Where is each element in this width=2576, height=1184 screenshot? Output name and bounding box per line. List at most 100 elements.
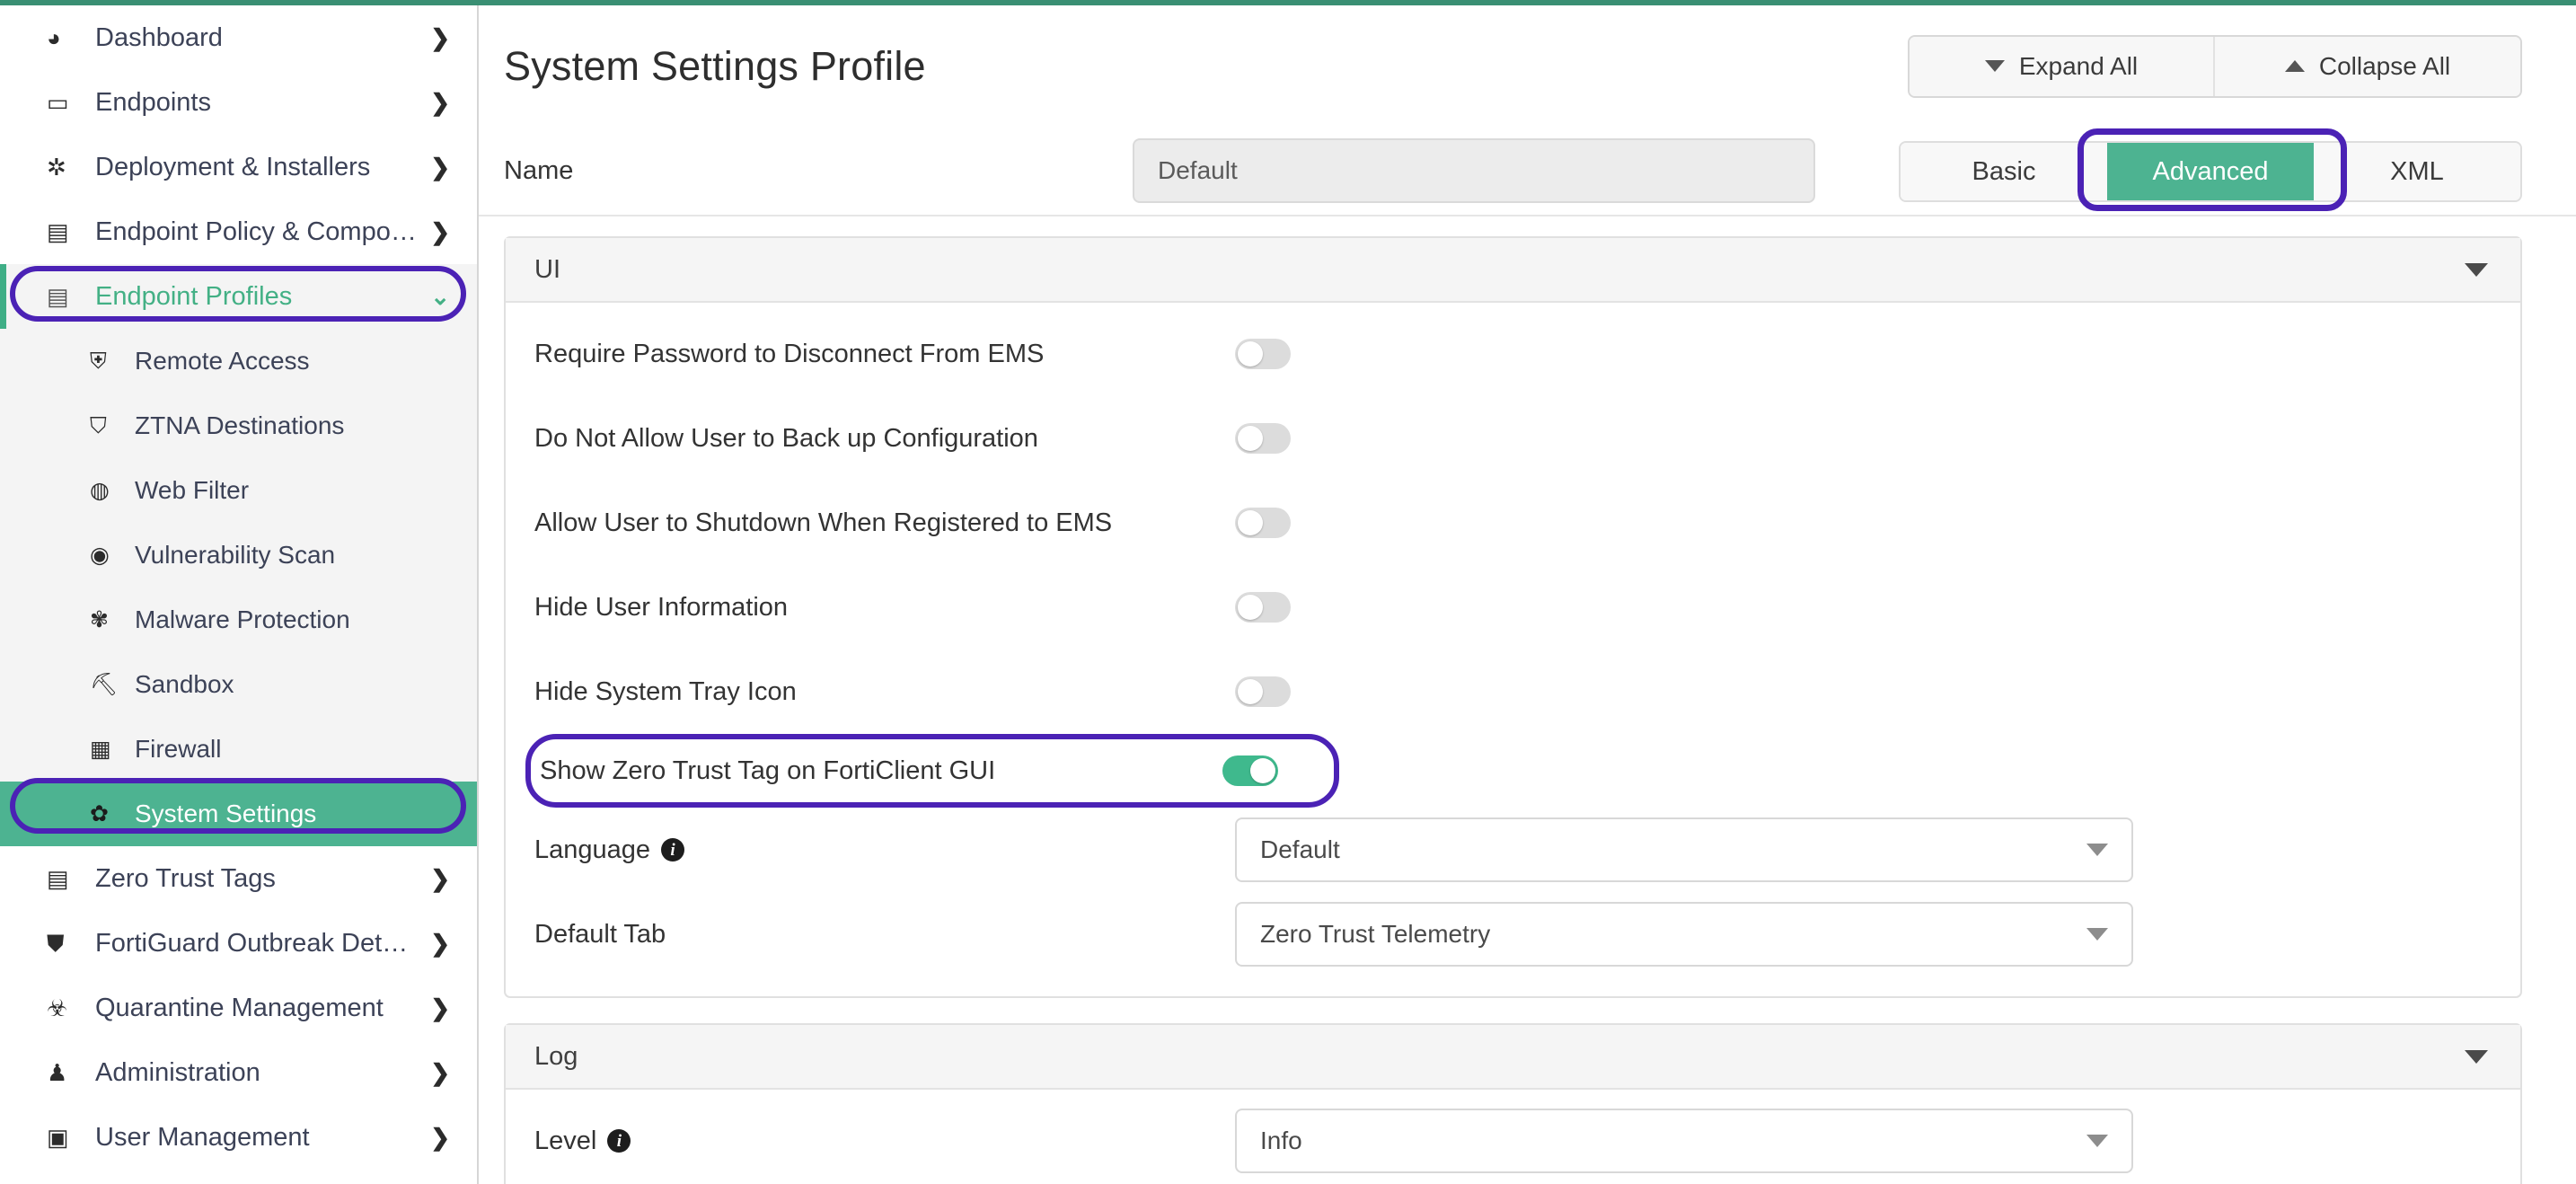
toggle-switch[interactable] bbox=[1235, 508, 1291, 538]
radar-icon: ◉ bbox=[90, 542, 110, 568]
sidebar-item-label: Endpoints bbox=[95, 87, 211, 117]
chevron-right-icon: ❯ bbox=[430, 864, 450, 892]
dropdown-select[interactable]: Info bbox=[1235, 1109, 2133, 1173]
sidebar-item-firewall[interactable]: ▦ Firewall bbox=[0, 717, 477, 782]
sidebar-item-endpoints[interactable]: ▭ Endpoints ❯ bbox=[0, 70, 477, 135]
sidebar-item-dashboard[interactable]: ◕ Dashboard ❯ bbox=[0, 5, 477, 70]
info-icon[interactable]: i bbox=[607, 1129, 631, 1153]
sidebar-item-label: Firewall bbox=[135, 735, 222, 763]
sidebar-item-label: Endpoint Policy & Components bbox=[95, 216, 422, 246]
sidebar-item-label: Zero Trust Tags bbox=[95, 863, 276, 893]
toggle-knob bbox=[1238, 679, 1263, 704]
section-header-ui[interactable]: UI bbox=[506, 238, 2520, 303]
active-accent-bar bbox=[0, 264, 6, 329]
toggle-knob bbox=[1238, 595, 1263, 620]
expand-collapse-button-group: Expand All Collapse All bbox=[1908, 34, 2522, 98]
section-header-log[interactable]: Log bbox=[506, 1025, 2520, 1090]
chevron-right-icon: ❯ bbox=[430, 994, 450, 1021]
setting-row: Show Zero Trust Tag on FortiClient GUI bbox=[525, 734, 1339, 808]
toggle-switch[interactable] bbox=[1235, 339, 1291, 369]
chevron-right-icon: ❯ bbox=[430, 88, 450, 116]
main-content-area: System Settings Profile Expand All Colla… bbox=[479, 0, 2576, 1184]
id-card-icon: ▣ bbox=[47, 1124, 69, 1151]
policy-icon: ▤ bbox=[47, 218, 69, 245]
setting-label-wrap: Default Tab bbox=[534, 920, 1235, 950]
setting-label-wrap: Language i bbox=[534, 835, 1235, 865]
sidebar-item-label: Web Filter bbox=[135, 476, 250, 504]
sidebar-item-system-settings[interactable]: ✿ System Settings bbox=[0, 782, 477, 846]
sidebar-item-label: Quarantine Management bbox=[95, 993, 384, 1022]
setting-label: Allow User to Shutdown When Registered t… bbox=[534, 508, 1113, 537]
setting-label: Require Password to Disconnect From EMS bbox=[534, 339, 1045, 368]
setting-row: Hide System Tray Icon bbox=[506, 649, 2520, 734]
name-input[interactable]: Default bbox=[1133, 138, 1815, 203]
dropdown-value: Default bbox=[1260, 835, 1340, 863]
collapse-all-button[interactable]: Collapse All bbox=[2215, 36, 2520, 96]
setting-label-wrap: Require Password to Disconnect From EMS bbox=[534, 340, 1235, 369]
sidebar-item-malware-protection[interactable]: ✾ Malware Protection bbox=[0, 588, 477, 652]
sidebar-item-label: ZTNA Destinations bbox=[135, 411, 345, 439]
chevron-down-icon bbox=[2086, 844, 2108, 856]
toggle-switch[interactable] bbox=[1235, 423, 1291, 454]
shield-lock-icon: ⛨ bbox=[90, 348, 107, 374]
sidebar-item-quarantine-management[interactable]: ☣ Quarantine Management ❯ bbox=[0, 976, 477, 1040]
chevron-right-icon: ❯ bbox=[430, 153, 450, 181]
expand-all-button[interactable]: Expand All bbox=[1910, 36, 2215, 96]
view-mode-button-group: Basic Advanced XML bbox=[1899, 141, 2522, 202]
toggle-switch[interactable] bbox=[1235, 676, 1291, 707]
outbreak-shield-icon: ⛊ bbox=[47, 930, 65, 957]
mode-button-basic[interactable]: Basic bbox=[1901, 143, 2107, 200]
endpoint-profiles-icon: ▤ bbox=[47, 283, 69, 310]
caret-down-icon bbox=[1984, 60, 2005, 72]
sidebar-item-label: Remote Access bbox=[135, 347, 310, 375]
sidebar-item-label: FortiGuard Outbreak Detecti… bbox=[95, 928, 422, 958]
collapse-all-label: Collapse All bbox=[2318, 51, 2451, 80]
setting-row: Hide User Information bbox=[506, 565, 2520, 649]
sidebar-item-deployment-installers[interactable]: ✲ Deployment & Installers ❯ bbox=[0, 135, 477, 199]
sidebar-item-remote-access[interactable]: ⛨ Remote Access bbox=[0, 329, 477, 393]
sidebar-item-administration[interactable]: ♟ Administration ❯ bbox=[0, 1040, 477, 1105]
sandbox-icon: ⛏ bbox=[90, 671, 119, 697]
sidebar-item-vulnerability-scan[interactable]: ◉ Vulnerability Scan bbox=[0, 523, 477, 588]
caret-up-icon bbox=[2284, 60, 2305, 72]
sidebar-item-label: Malware Protection bbox=[135, 605, 350, 633]
setting-label: Show Zero Trust Tag on FortiClient GUI bbox=[540, 755, 996, 785]
mode-button-advanced[interactable]: Advanced bbox=[2107, 143, 2314, 200]
setting-row: Allow User to Shutdown When Registered t… bbox=[506, 481, 2520, 565]
users-icon: ♟ bbox=[47, 1059, 68, 1086]
setting-label: Do Not Allow User to Back up Configurati… bbox=[534, 423, 1038, 453]
bug-icon: ✾ bbox=[90, 606, 109, 632]
sidebar-item-endpoint-profiles[interactable]: ▤ Endpoint Profiles ⌄ bbox=[0, 264, 477, 329]
toggle-knob bbox=[1250, 758, 1275, 783]
sidebar-item-web-filter[interactable]: ◍ Web Filter bbox=[0, 458, 477, 523]
sidebar-item-label: Dashboard bbox=[95, 22, 223, 52]
sidebar-item-user-management[interactable]: ▣ User Management ❯ bbox=[0, 1105, 477, 1170]
setting-row: Do Not Allow User to Back up Configurati… bbox=[506, 396, 2520, 481]
main-sidebar: ◕ Dashboard ❯ ▭ Endpoints ❯ ✲ Deployment & Inst… bbox=[0, 0, 479, 1184]
sidebar-item-fortiguard-outbreak-detecti[interactable]: ⛊ FortiGuard Outbreak Detecti… ❯ bbox=[0, 911, 477, 976]
toggle-switch[interactable] bbox=[1222, 755, 1278, 786]
section-collapse-caret-icon[interactable] bbox=[2465, 1049, 2488, 1064]
toggle-knob bbox=[1238, 341, 1263, 367]
setting-label: Level bbox=[534, 1126, 597, 1155]
sidebar-item-ztna-destinations[interactable]: ⛉ ZTNA Destinations bbox=[0, 393, 477, 458]
chevron-down-icon bbox=[2086, 928, 2108, 941]
section-collapse-caret-icon[interactable] bbox=[2465, 262, 2488, 277]
info-icon[interactable]: i bbox=[661, 838, 685, 861]
mode-button-xml[interactable]: XML bbox=[2314, 143, 2520, 200]
chevron-right-icon: ❯ bbox=[430, 929, 450, 957]
section-title: UI bbox=[534, 254, 560, 284]
chevron-right-icon: ❯ bbox=[430, 1058, 450, 1086]
dashboard-icon: ◕ bbox=[47, 24, 61, 51]
sidebar-item-sandbox[interactable]: ⛏ Sandbox bbox=[0, 652, 477, 717]
sidebar-item-endpoint-policy-components[interactable]: ▤ Endpoint Policy & Components ❯ bbox=[0, 199, 477, 264]
setting-row: Default Tab Zero Trust Telemetry bbox=[506, 892, 2520, 976]
sidebar-item-label: Endpoint Profiles bbox=[95, 281, 293, 311]
dropdown-select[interactable]: Zero Trust Telemetry bbox=[1235, 902, 2133, 967]
sidebar-item-zero-trust-tags[interactable]: ▤ Zero Trust Tags ❯ bbox=[0, 846, 477, 911]
toggle-switch[interactable] bbox=[1235, 592, 1291, 623]
sidebar-item-label: Sandbox bbox=[135, 670, 234, 698]
sidebar-item-label: System Settings bbox=[135, 800, 317, 827]
setting-label-wrap: Level i bbox=[534, 1127, 1235, 1156]
dropdown-select[interactable]: Default bbox=[1235, 817, 2133, 882]
